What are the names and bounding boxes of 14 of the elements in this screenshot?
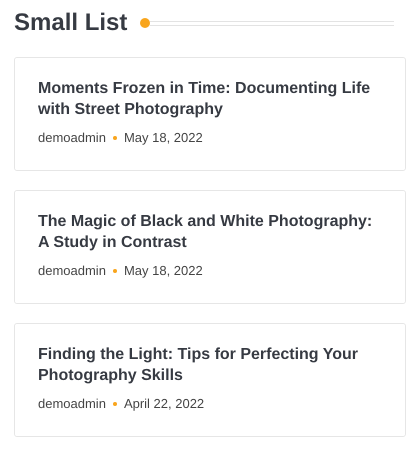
separator-dot-icon xyxy=(112,402,117,406)
separator-dot-icon xyxy=(112,268,117,272)
post-title-link[interactable]: Moments Frozen in Time: Documenting Life with Street Photography xyxy=(38,78,382,120)
section-title: Small List xyxy=(14,9,128,37)
author-link[interactable]: demoadmin xyxy=(38,263,106,278)
post-date: April 22, 2022 xyxy=(124,396,204,411)
post-date: May 18, 2022 xyxy=(124,263,203,278)
post-title-link[interactable]: The Magic of Black and White Photography: A Study in Contrast xyxy=(38,211,382,253)
author-link[interactable]: demoadmin xyxy=(38,130,106,145)
author-link[interactable]: demoadmin xyxy=(38,396,106,411)
post-date: May 18, 2022 xyxy=(124,130,203,145)
post-title-link[interactable]: Finding the Light: Tips for Perfecting Your Photography Skills xyxy=(38,344,382,386)
separator-dot-icon xyxy=(112,136,117,140)
accent-dot xyxy=(140,18,150,28)
